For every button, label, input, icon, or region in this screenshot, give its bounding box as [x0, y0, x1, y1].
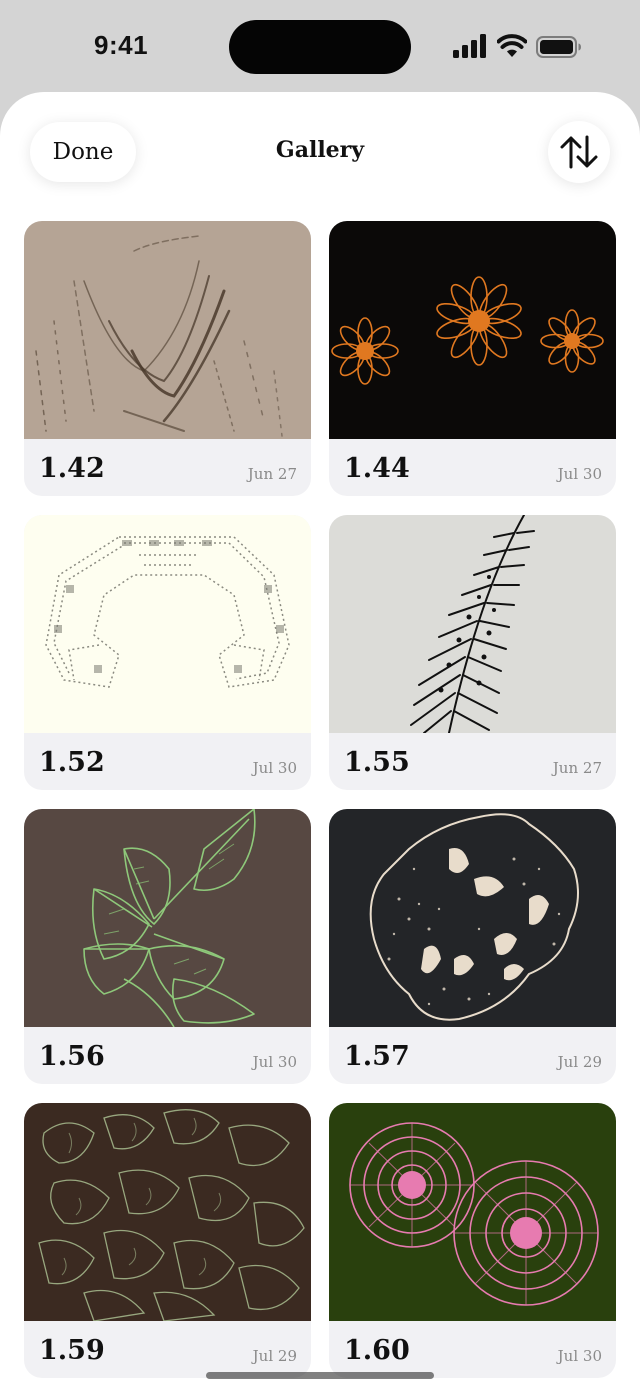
card-date: Jul 29	[557, 1053, 602, 1071]
card-version: 1.44	[344, 453, 410, 484]
gallery-card[interactable]: 1.59 Jul 29	[24, 1103, 311, 1378]
status-bar: 9:41	[0, 0, 640, 92]
card-version: 1.57	[344, 1041, 410, 1072]
card-date: Jul 29	[252, 1347, 297, 1365]
home-indicator[interactable]	[206, 1372, 434, 1379]
card-artwork	[24, 515, 311, 733]
cellular-signal-icon	[453, 34, 486, 58]
gallery-card[interactable]: 1.44 Jul 30	[329, 221, 616, 496]
card-artwork	[329, 221, 616, 439]
gallery-card[interactable]: 1.56 Jul 30	[24, 809, 311, 1084]
sort-button[interactable]	[548, 121, 610, 183]
card-version: 1.59	[39, 1335, 105, 1366]
card-artwork	[24, 809, 311, 1027]
status-time: 9:41	[94, 30, 149, 60]
card-artwork	[329, 515, 616, 733]
card-artwork	[329, 809, 616, 1027]
card-version: 1.42	[39, 453, 105, 484]
card-version: 1.52	[39, 747, 105, 778]
card-date: Jun 27	[552, 759, 602, 777]
gallery-card[interactable]: 1.55 Jun 27	[329, 515, 616, 790]
battery-icon	[536, 36, 581, 58]
dynamic-island	[229, 20, 411, 74]
gallery-card[interactable]: 1.60 Jul 30	[329, 1103, 616, 1378]
card-artwork	[329, 1103, 616, 1321]
arrow-up-down-icon	[560, 135, 598, 169]
card-artwork	[24, 1103, 311, 1321]
card-version: 1.56	[39, 1041, 105, 1072]
page-title: Gallery	[275, 137, 365, 163]
card-version: 1.60	[344, 1335, 410, 1366]
card-date: Jul 30	[252, 759, 297, 777]
gallery-card[interactable]: 1.57 Jul 29	[329, 809, 616, 1084]
card-date: Jul 30	[557, 465, 602, 483]
gallery-sheet: Done Gallery 1.42 Jun 27 1.44 Jul 30 1.5…	[0, 92, 640, 1391]
card-date: Jul 30	[252, 1053, 297, 1071]
card-artwork	[24, 221, 311, 439]
gallery-card[interactable]: 1.52 Jul 30	[24, 515, 311, 790]
card-date: Jun 27	[247, 465, 297, 483]
gallery-card[interactable]: 1.42 Jun 27	[24, 221, 311, 496]
wifi-icon	[497, 34, 527, 57]
card-date: Jul 30	[557, 1347, 602, 1365]
card-version: 1.55	[344, 747, 410, 778]
